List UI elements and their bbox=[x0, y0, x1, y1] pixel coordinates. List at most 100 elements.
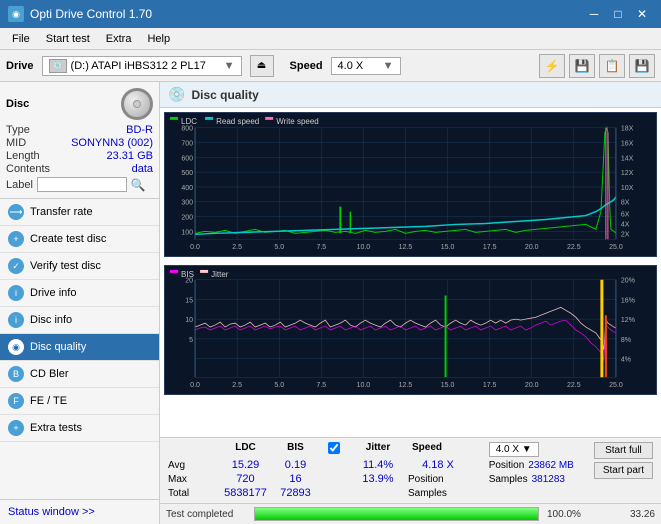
start-full-button[interactable]: Start full bbox=[594, 442, 653, 459]
svg-text:17.5: 17.5 bbox=[483, 382, 497, 389]
svg-text:12%: 12% bbox=[621, 317, 635, 324]
samples-label-text: Samples bbox=[408, 488, 447, 499]
menu-help[interactable]: Help bbox=[139, 31, 178, 47]
status-window-btn[interactable]: Status window >> bbox=[0, 499, 159, 524]
disc-mid-label: MID bbox=[6, 137, 26, 149]
svg-text:15: 15 bbox=[185, 297, 193, 304]
svg-text:16X: 16X bbox=[621, 141, 634, 148]
menu-file[interactable]: File bbox=[4, 31, 38, 47]
svg-text:6X: 6X bbox=[621, 212, 630, 219]
svg-text:12.5: 12.5 bbox=[399, 244, 413, 251]
svg-text:Read speed: Read speed bbox=[216, 117, 259, 126]
speed-selector-row: 4.0 X ▼ bbox=[489, 442, 574, 457]
sidebar-item-disc-info[interactable]: i Disc info bbox=[0, 307, 159, 334]
position-val: 23862 MB bbox=[528, 460, 574, 471]
sidebar-item-cd-bler[interactable]: B CD Bler bbox=[0, 361, 159, 388]
drive-selector[interactable]: 💿 (D:) ATAPI iHBS312 2 PL17 ▼ bbox=[42, 56, 242, 76]
svg-text:400: 400 bbox=[181, 185, 193, 192]
sidebar-item-disc-quality-label: Disc quality bbox=[30, 341, 86, 353]
svg-text:22.5: 22.5 bbox=[567, 382, 581, 389]
content-header-icon: 💿 bbox=[168, 86, 185, 103]
speed-val: 4.18 X bbox=[408, 459, 468, 471]
toolbar-btn-3[interactable]: 📋 bbox=[599, 54, 625, 78]
bis-chart-svg: BIS Jitter bbox=[165, 266, 656, 394]
titlebar-controls: ─ □ ✕ bbox=[583, 5, 653, 23]
disc-length-value: 23.31 GB bbox=[107, 150, 153, 162]
drive-value: (D:) ATAPI iHBS312 2 PL17 bbox=[71, 60, 206, 72]
stats-speed-col-header: Speed bbox=[412, 442, 452, 457]
svg-text:4%: 4% bbox=[621, 357, 631, 364]
speed-selector[interactable]: 4.0 X ▼ bbox=[331, 57, 401, 75]
toolbar-btn-2[interactable]: 💾 bbox=[569, 54, 595, 78]
sidebar-item-verify-test-disc[interactable]: ✓ Verify test disc bbox=[0, 253, 159, 280]
jitter-checkbox[interactable] bbox=[328, 442, 340, 454]
sidebar-item-transfer-rate[interactable]: ⟶ Transfer rate bbox=[0, 199, 159, 226]
toolbar-btn-1[interactable]: ⚡ bbox=[539, 54, 565, 78]
toolbar-buttons: ⚡ 💾 📋 💾 bbox=[539, 54, 655, 78]
stats-main: LDC BIS Jitter Speed Avg 15.29 0.19 11.4… bbox=[168, 442, 468, 499]
stats-ldc-header bbox=[168, 442, 218, 457]
drive-dropdown-icon: ▼ bbox=[224, 60, 235, 72]
stats-jitter-col-header: Jitter bbox=[348, 442, 408, 457]
eject-button[interactable]: ⏏ bbox=[250, 55, 274, 77]
svg-text:10.0: 10.0 bbox=[357, 382, 371, 389]
disc-image bbox=[121, 88, 153, 120]
svg-text:10X: 10X bbox=[621, 185, 634, 192]
sidebar-item-extra-tests[interactable]: + Extra tests bbox=[0, 415, 159, 442]
svg-text:20.0: 20.0 bbox=[525, 244, 539, 251]
position-row: Position 23862 MB bbox=[489, 460, 574, 471]
menu-start-test[interactable]: Start test bbox=[38, 31, 98, 47]
disc-label-label: Label bbox=[6, 179, 33, 191]
svg-text:22.5: 22.5 bbox=[567, 244, 581, 251]
disc-type-value: BD-R bbox=[126, 124, 153, 136]
svg-text:20: 20 bbox=[185, 278, 193, 285]
charts-area: LDC Read speed Write speed bbox=[160, 108, 661, 437]
samples-row: Samples 381283 bbox=[489, 474, 574, 485]
maximize-button[interactable]: □ bbox=[607, 5, 629, 23]
sidebar-item-cd-bler-label: CD Bler bbox=[30, 368, 69, 380]
disc-quality-icon: ◉ bbox=[8, 339, 24, 355]
svg-text:0.0: 0.0 bbox=[190, 382, 200, 389]
status-window-label[interactable]: Status window >> bbox=[8, 506, 151, 518]
app-title: Opti Drive Control 1.70 bbox=[30, 7, 152, 21]
sidebar-item-drive-info[interactable]: i Drive info bbox=[0, 280, 159, 307]
svg-text:200: 200 bbox=[181, 215, 193, 222]
sidebar-item-verify-test-disc-label: Verify test disc bbox=[30, 260, 101, 272]
speed-dropdown-arrow: ▼ bbox=[522, 444, 532, 455]
svg-text:700: 700 bbox=[181, 141, 193, 148]
svg-text:7.5: 7.5 bbox=[316, 382, 326, 389]
svg-text:18X: 18X bbox=[621, 126, 634, 133]
speed-dropdown-icon: ▼ bbox=[383, 60, 394, 72]
disc-label-input[interactable] bbox=[37, 177, 127, 192]
svg-text:20.0: 20.0 bbox=[525, 382, 539, 389]
menu-extra[interactable]: Extra bbox=[98, 31, 140, 47]
sidebar-item-create-test-disc[interactable]: + Create test disc bbox=[0, 226, 159, 253]
sidebar: Disc Type BD-R MID SONYNN3 (002) Length … bbox=[0, 82, 160, 524]
position-label-text: Position bbox=[408, 474, 444, 485]
disc-label-icon[interactable]: 🔍 bbox=[131, 178, 146, 192]
minimize-button[interactable]: ─ bbox=[583, 5, 605, 23]
sidebar-item-fe-te[interactable]: F FE / TE bbox=[0, 388, 159, 415]
svg-text:12X: 12X bbox=[621, 170, 634, 177]
total-label: Total bbox=[168, 488, 218, 499]
stats-max-row: Max 720 16 13.9% Position bbox=[168, 473, 468, 485]
disc-center bbox=[133, 100, 141, 108]
sidebar-item-extra-tests-label: Extra tests bbox=[30, 422, 82, 434]
svg-text:2X: 2X bbox=[621, 231, 630, 238]
start-part-button[interactable]: Start part bbox=[594, 462, 653, 479]
disc-header: Disc bbox=[6, 88, 153, 120]
titlebar: ◉ Opti Drive Control 1.70 ─ □ ✕ bbox=[0, 0, 661, 28]
drive-info-icon: i bbox=[8, 285, 24, 301]
svg-text:800: 800 bbox=[181, 126, 193, 133]
svg-text:14X: 14X bbox=[621, 155, 634, 162]
speed-value: 4.0 X bbox=[338, 60, 364, 72]
toolbar-btn-4[interactable]: 💾 bbox=[629, 54, 655, 78]
content-title: Disc quality bbox=[191, 88, 258, 102]
drivebar: Drive 💿 (D:) ATAPI iHBS312 2 PL17 ▼ ⏏ Sp… bbox=[0, 50, 661, 82]
close-button[interactable]: ✕ bbox=[631, 5, 653, 23]
speed-display[interactable]: 4.0 X ▼ bbox=[489, 442, 539, 457]
sidebar-item-disc-quality[interactable]: ◉ Disc quality bbox=[0, 334, 159, 361]
sidebar-item-drive-info-label: Drive info bbox=[30, 287, 76, 299]
svg-text:600: 600 bbox=[181, 155, 193, 162]
svg-text:12.5: 12.5 bbox=[399, 382, 413, 389]
